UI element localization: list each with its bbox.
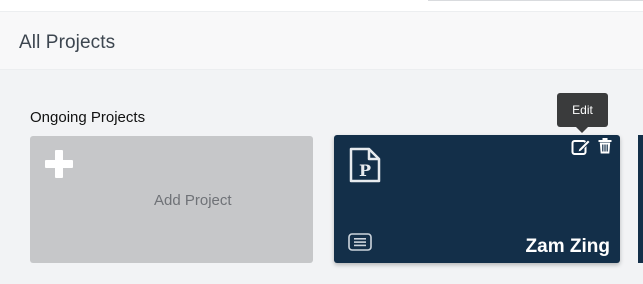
top-bar [0, 0, 643, 11]
section-title: Ongoing Projects [30, 109, 146, 126]
project-name: Zam Zing [525, 236, 610, 257]
next-project-card[interactable] [638, 135, 643, 263]
svg-text:P: P [359, 161, 371, 180]
projects-page: All Projects Ongoing Projects Add Projec… [0, 0, 643, 284]
page-title: All Projects [19, 32, 116, 53]
p-document-icon: P [349, 147, 381, 183]
add-project-card[interactable]: Add Project [30, 136, 313, 263]
page-header: All Projects [0, 11, 643, 70]
plus-icon [45, 150, 73, 178]
project-card[interactable]: P Zam Zing [334, 135, 620, 263]
tooltip-arrow [576, 127, 588, 133]
edit-icon[interactable] [571, 138, 591, 156]
top-bar-divider [428, 0, 643, 1]
list-icon [348, 233, 372, 251]
add-project-label: Add Project [154, 192, 232, 209]
edit-tooltip: Edit [557, 93, 608, 127]
trash-icon[interactable] [598, 138, 612, 154]
